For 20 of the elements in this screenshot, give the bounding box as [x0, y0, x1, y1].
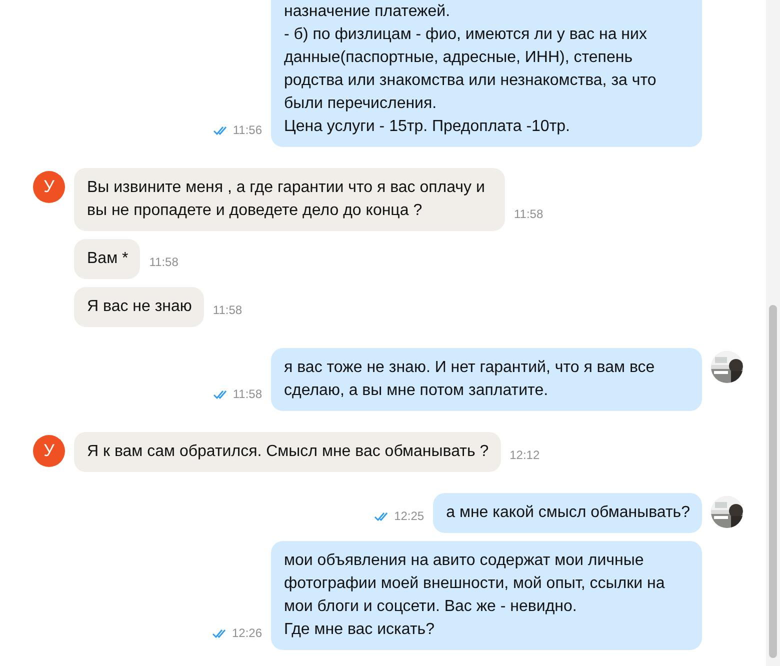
- message-text: Вы извините меня , а где гарантии что я вас оплачу и вы не пропадете и доведете дело до конца ?: [74, 168, 505, 231]
- message-text: я вас тоже не знаю. И нет гарантий, что я вам все сделаю, а вы мне потом заплатите.: [271, 348, 702, 411]
- message-text: Вам *: [74, 239, 140, 279]
- message-time: 12:25: [394, 509, 424, 523]
- message-text: а мне какой смысл обманывать?: [433, 493, 702, 533]
- message-time: 11:56: [232, 123, 262, 137]
- message-time: 12:12: [510, 448, 540, 462]
- avatar[interactable]: У: [33, 435, 65, 467]
- message-text: назначение платежей. - б) по физлицам - фио, имеются ли у вас на них данные(паспортные, адресные, ИНН), степень родства или знакомства или незнакомства, за что были перечисления. Цена услуги - 15тр. Предоплата -10тр.: [271, 0, 702, 147]
- scrollbar-thumb[interactable]: [769, 305, 777, 658]
- message-time: 11:58: [232, 387, 262, 401]
- avatar[interactable]: У: [33, 171, 65, 203]
- message-time: 11:58: [514, 207, 544, 221]
- message-text: мои объявления на авито содержат мои личные фотографии моей внешности, мой опыт, ссылки на мои блоги и соцсети. Вас же - невидно. Где мне вас искать?: [271, 541, 702, 650]
- message-time: 12:26: [232, 626, 262, 640]
- message-time: 11:58: [149, 255, 178, 269]
- scrollbar[interactable]: [766, 0, 780, 666]
- message-text: Я к вам сам обратился. Смысл мне вас обманывать ?: [74, 432, 501, 472]
- message-text: Я вас не знаю: [74, 287, 204, 327]
- message-time: 11:58: [212, 303, 242, 317]
